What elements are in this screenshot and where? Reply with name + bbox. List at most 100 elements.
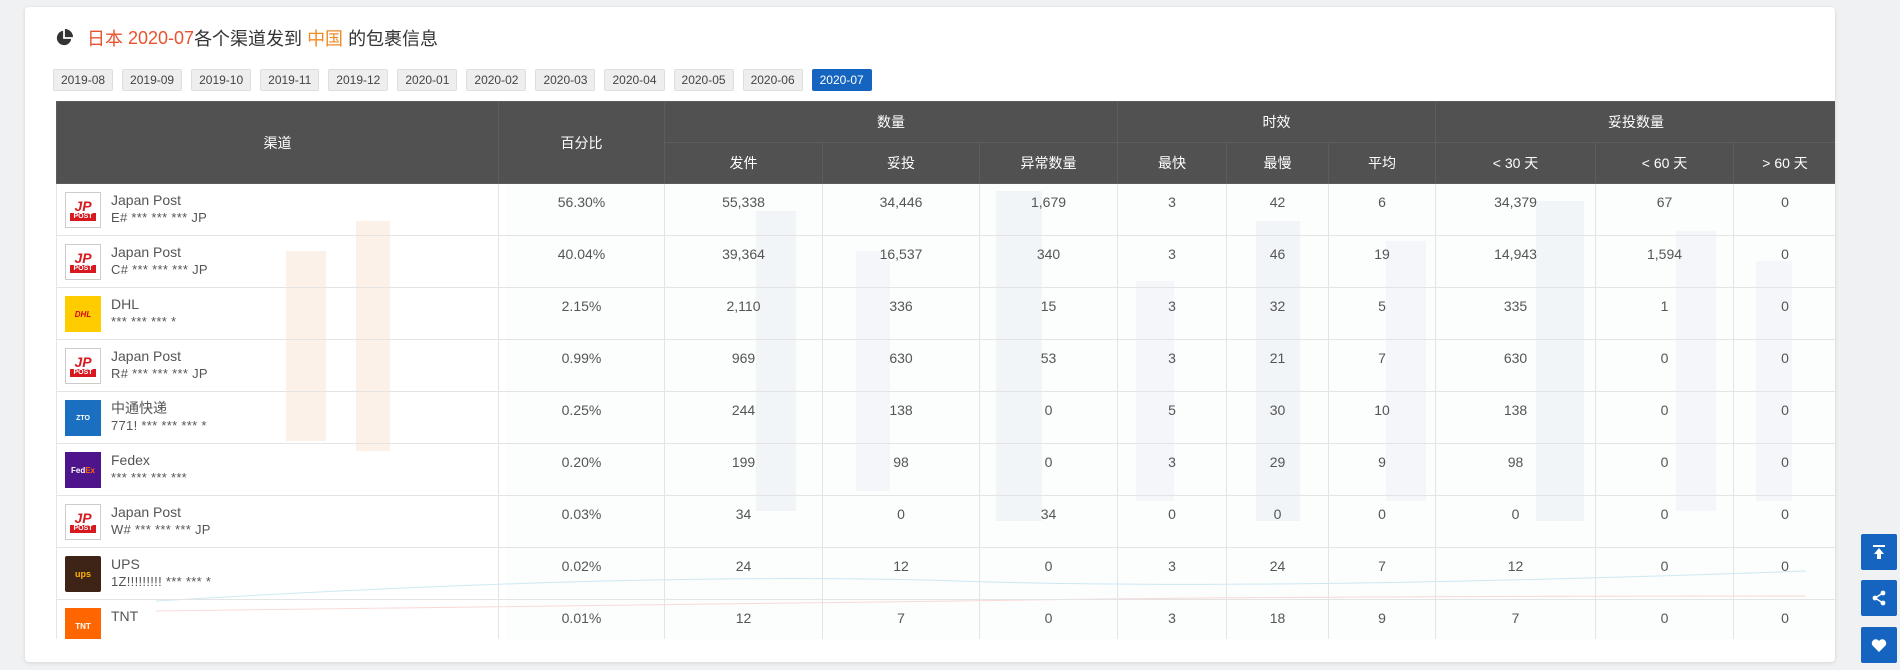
arrow-up-to-top-icon [1873,545,1885,559]
table-row[interactable]: TNT TNT 0.01% 12 7 0 3 18 9 7 0 0 [56,599,1835,639]
month-selector: 2019-08 2019-09 2019-10 2019-11 2019-12 2020-… [53,69,872,91]
cell-lt60: 0 [1595,599,1735,639]
channel-name: Japan Post [111,348,182,364]
cell-abnormal: 0 [978,391,1119,444]
japan-post-logo: JP POST [65,244,101,280]
cell-average: 9 [1328,443,1437,496]
header-lt30[interactable]: < 30 天 [1435,142,1597,184]
header-fastest[interactable]: 最快 [1117,142,1228,184]
cell-gt60: 0 [1733,547,1835,600]
table-row[interactable]: Fed Ex Fedex *** *** *** *** 0.20% 199 98 0 3 29 9… [56,443,1835,496]
channel-cell: ups UPS 1Z!!!!!!!!! *** *** * [56,547,499,600]
cell-slowest: 46 [1226,235,1330,288]
month-button-2020-04[interactable]: 2020-04 [604,69,665,91]
cell-slowest: 18 [1226,599,1330,639]
cell-slowest: 42 [1226,183,1330,236]
cell-lt30: 630 [1435,339,1597,392]
japan-post-logo: JP POST [65,192,101,228]
channel-cell: JP POST Japan Post W# *** *** *** JP [56,495,499,548]
month-button-2020-03[interactable]: 2020-03 [535,69,596,91]
cell-fastest: 3 [1117,443,1228,496]
cell-delivered: 16,537 [822,235,980,288]
month-button-2019-11[interactable]: 2019-11 [260,69,320,91]
cell-fastest: 3 [1117,183,1228,236]
header-lt60[interactable]: < 60 天 [1595,142,1735,184]
channel-cell: ZTO 中通快递 771! *** *** *** * [56,391,499,444]
header-gt60[interactable]: > 60 天 [1733,142,1835,184]
dhl-logo: DHL [65,296,101,332]
cell-slowest: 30 [1226,391,1330,444]
cell-lt60: 0 [1595,391,1735,444]
channel-table-wrapper: 渠道 百分比 数量 时效 妥投数量 发件 妥投 异常数量 最快 最慢 平均 < … [56,101,1835,639]
back-to-top-button[interactable] [1861,534,1897,570]
tracking-number-mask: 771! *** *** *** * [111,418,207,433]
title-text-mid: 各个渠道发到 [194,29,303,49]
cell-lt30: 335 [1435,287,1597,340]
cell-average: 6 [1328,183,1437,236]
favorite-button[interactable] [1861,627,1897,663]
cell-percent: 2.15% [498,287,665,340]
cell-gt60: 0 [1733,287,1835,340]
header-slowest[interactable]: 最慢 [1226,142,1330,184]
cell-lt30: 98 [1435,443,1597,496]
cell-fastest: 5 [1117,391,1228,444]
cell-delivered: 12 [822,547,980,600]
month-button-2020-01[interactable]: 2020-01 [397,69,458,91]
cell-delivered: 336 [822,287,980,340]
cell-average: 5 [1328,287,1437,340]
cell-lt60: 0 [1595,339,1735,392]
tracking-number-mask: R# *** *** *** JP [111,366,208,381]
header-shipped[interactable]: 发件 [664,142,823,184]
table-row[interactable]: JP POST Japan Post C# *** *** *** JP 40.04% 3… [56,235,1835,288]
cell-lt60: 0 [1595,443,1735,496]
channel-name: UPS [111,556,140,572]
cell-slowest: 24 [1226,547,1330,600]
cell-lt60: 67 [1595,183,1735,236]
cell-shipped: 199 [664,443,823,496]
channel-cell: JP POST Japan Post E# *** *** *** JP [56,183,499,236]
cell-average: 19 [1328,235,1437,288]
table-row[interactable]: ups UPS 1Z!!!!!!!!! *** *** * 0.02% 24 12 0 3 24… [56,547,1835,600]
title-origin: 日本 [87,29,123,49]
cell-lt30: 14,943 [1435,235,1597,288]
month-button-2019-08[interactable]: 2019-08 [53,69,114,91]
zto-logo: ZTO [65,400,101,436]
tracking-number-mask: W# *** *** *** JP [111,522,211,537]
header-channel[interactable]: 渠道 [56,101,499,184]
cell-shipped: 244 [664,391,823,444]
cell-slowest: 21 [1226,339,1330,392]
month-button-2020-05[interactable]: 2020-05 [673,69,734,91]
cell-average: 9 [1328,599,1437,639]
month-button-2019-12[interactable]: 2019-12 [328,69,389,91]
table-row[interactable]: ZTO 中通快递 771! *** *** *** * 0.25% 244 138 0 5 30… [56,391,1835,444]
header-abnormal[interactable]: 异常数量 [978,142,1119,184]
cell-lt30: 34,379 [1435,183,1597,236]
header-delivered[interactable]: 妥投 [822,142,980,184]
header-delivered-count-group: 妥投数量 [1435,101,1835,143]
cell-percent: 0.20% [498,443,665,496]
table-row[interactable]: JP POST Japan Post R# *** *** *** JP 0.99% 96… [56,339,1835,392]
cell-fastest: 0 [1117,495,1228,548]
table-row[interactable]: JP POST Japan Post E# *** *** *** JP 56.30% 5… [56,183,1835,236]
cell-average: 7 [1328,547,1437,600]
month-button-2020-07[interactable]: 2020-07 [811,69,872,91]
cell-gt60: 0 [1733,183,1835,236]
cell-percent: 40.04% [498,235,665,288]
header-average[interactable]: 平均 [1328,142,1437,184]
channel-cell: JP POST Japan Post R# *** *** *** JP [56,339,499,392]
cell-abnormal: 0 [978,599,1119,639]
cell-gt60: 0 [1733,443,1835,496]
table-row[interactable]: DHL DHL *** *** *** * 2.15% 2,110 336 15 3 32 5 33… [56,287,1835,340]
cell-average: 10 [1328,391,1437,444]
cell-percent: 0.99% [498,339,665,392]
cell-slowest: 0 [1226,495,1330,548]
month-button-2019-10[interactable]: 2019-10 [191,69,252,91]
cell-abnormal: 1,679 [978,183,1119,236]
table-row[interactable]: JP POST Japan Post W# *** *** *** JP 0.03% 34… [56,495,1835,548]
month-button-2020-02[interactable]: 2020-02 [466,69,527,91]
header-percent[interactable]: 百分比 [498,101,665,184]
month-button-2019-09[interactable]: 2019-09 [122,69,183,91]
cell-gt60: 0 [1733,495,1835,548]
month-button-2020-06[interactable]: 2020-06 [742,69,803,91]
share-button[interactable] [1861,580,1897,616]
